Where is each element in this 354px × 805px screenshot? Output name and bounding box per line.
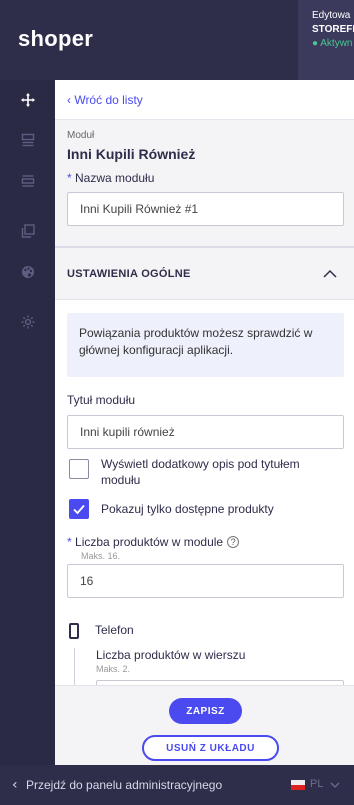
save-button[interactable]: ZAPISZ	[169, 698, 242, 724]
module-kicker: Moduł	[67, 130, 95, 141]
module-info: Moduł Inni Kupili Również * Nazwa modułu…	[55, 120, 354, 258]
shoper-logo[interactable]: shoper	[18, 26, 93, 52]
module-editor-panel: ‹ Wróć do listy Moduł Inni Kupili Równie…	[55, 80, 354, 685]
show-description-checkbox[interactable]	[69, 459, 89, 479]
palette-icon[interactable]	[0, 259, 55, 285]
module-title-label: Tytuł modułu	[67, 393, 136, 407]
storefront-label: STOREFR	[312, 24, 354, 35]
chevron-down-icon[interactable]	[330, 781, 340, 789]
layout-icon[interactable]	[0, 127, 55, 153]
general-settings-header[interactable]: USTAWIENIA OGÓLNE	[55, 248, 354, 300]
product-count-label-text: Liczba produktów w module	[75, 535, 224, 549]
phone-icon	[69, 623, 79, 639]
active-status: ● Aktywn	[312, 38, 353, 49]
remove-from-layout-button[interactable]: USUŃ Z UKŁADU	[142, 735, 279, 761]
only-available-checkbox[interactable]	[69, 499, 89, 519]
module-name: Inni Kupili Również	[67, 146, 196, 162]
settings-icon[interactable]	[0, 309, 55, 335]
language-selector[interactable]: PL	[310, 778, 323, 790]
general-settings-title: USTAWIENIA OGÓLNE	[67, 268, 191, 280]
back-to-admin-link[interactable]: Przejdź do panelu administracyjnego	[26, 778, 222, 792]
required-marker: *	[67, 171, 72, 185]
nested-line	[74, 648, 75, 685]
chevron-up-icon[interactable]	[320, 264, 340, 284]
help-icon[interactable]: ?	[227, 536, 240, 548]
list-icon[interactable]	[0, 168, 55, 194]
copy-icon[interactable]	[0, 218, 55, 244]
product-count-hint: Maks. 16.	[81, 551, 121, 561]
move-icon[interactable]	[0, 87, 55, 113]
required-marker: *	[67, 535, 72, 549]
footer: ‹ Przejdź do panelu administracyjnego PL	[0, 765, 354, 805]
per-row-label: Liczba produktów w wierszu	[96, 648, 246, 662]
edit-status-box[interactable]: Edytowa STOREFR ● Aktywn	[298, 0, 354, 80]
info-notice: Powiązania produktów możesz sprawdzić w …	[67, 313, 344, 377]
general-settings-body: Powiązania produktów możesz sprawdzić w …	[55, 300, 354, 685]
chevron-left-icon: ‹	[12, 777, 18, 793]
product-count-label: * Liczba produktów w module?	[67, 535, 240, 549]
left-rail	[0, 80, 55, 765]
action-bar: ZAPISZ USUŃ Z UKŁADU	[55, 685, 354, 765]
back-row: ‹ Wróć do listy	[55, 80, 354, 120]
top-bar: shoper Edytowa STOREFR ● Aktywn	[0, 0, 354, 80]
module-name-input[interactable]: Inni Kupili Również #1	[67, 192, 344, 226]
module-title-input[interactable]: Inni kupili również	[67, 415, 344, 449]
module-name-label-text: Nazwa modułu	[75, 171, 155, 185]
edit-label: Edytowa	[312, 10, 351, 21]
polish-flag-icon[interactable]	[291, 780, 305, 790]
show-description-label[interactable]: Wyświetl dodatkowy opis pod tytułem modu…	[101, 456, 341, 488]
module-name-field-label: * Nazwa modułu	[67, 171, 154, 185]
only-available-label[interactable]: Pokazuj tylko dostępne produkty	[101, 501, 341, 517]
product-count-input[interactable]: 16	[67, 564, 344, 598]
back-to-list-link[interactable]: ‹ Wróć do listy	[67, 93, 143, 107]
per-row-hint: Maks. 2.	[96, 664, 131, 674]
device-label: Telefon	[95, 623, 134, 637]
checkmark-icon	[73, 504, 85, 515]
